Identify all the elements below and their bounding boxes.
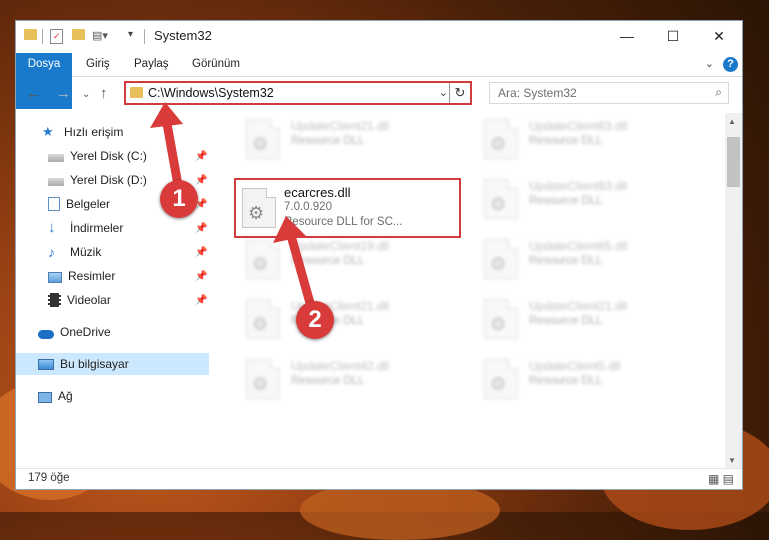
arrow-1	[161, 113, 183, 190]
step-badge-2: 2	[296, 301, 334, 339]
step-badge-1: 1	[160, 180, 198, 218]
annotation-arrows	[150, 102, 317, 315]
arrow-1-head	[150, 102, 183, 128]
arrow-2	[285, 227, 317, 315]
arrow-2-head	[273, 216, 306, 243]
